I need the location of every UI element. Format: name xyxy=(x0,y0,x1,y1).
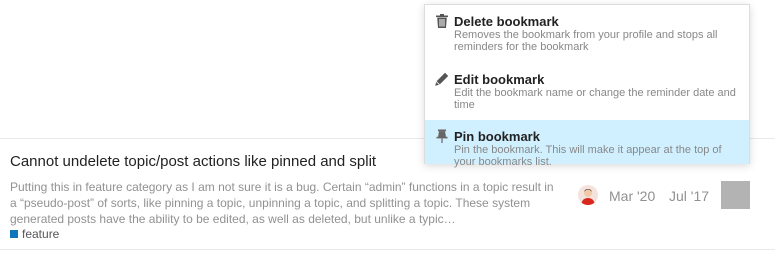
pin-bookmark-title: Pin bookmark xyxy=(454,129,540,144)
pin-bookmark-option[interactable]: Pin bookmark Pin the bookmark. This will… xyxy=(425,120,749,168)
avatar[interactable] xyxy=(578,185,598,205)
pencil-icon xyxy=(435,72,449,86)
category-badge[interactable]: feature xyxy=(10,227,59,241)
trash-icon xyxy=(436,14,448,28)
topic-excerpt: Putting this in feature category as I am… xyxy=(10,180,554,226)
bookmark-options-button[interactable] xyxy=(721,181,750,209)
bookmark-actions-menu: Delete bookmark Removes the bookmark fro… xyxy=(424,4,750,168)
category-color-swatch xyxy=(10,230,18,238)
edit-bookmark-title: Edit bookmark xyxy=(454,72,545,87)
thumbtack-icon xyxy=(436,129,448,143)
edit-bookmark-description: Edit the bookmark name or change the rem… xyxy=(454,87,736,111)
avatar-image xyxy=(578,185,598,205)
delete-bookmark-option[interactable]: Delete bookmark Removes the bookmark fro… xyxy=(425,5,749,63)
delete-bookmark-title: Delete bookmark xyxy=(454,14,559,29)
last-activity-date[interactable]: Mar '20 xyxy=(609,188,655,204)
pin-bookmark-description: Pin the bookmark. This will make it appe… xyxy=(454,144,722,168)
category-name: feature xyxy=(22,227,60,241)
topic-title-link[interactable]: Cannot undelete topic/post actions like … xyxy=(10,153,376,170)
edit-bookmark-option[interactable]: Edit bookmark Edit the bookmark name or … xyxy=(425,63,749,120)
created-date[interactable]: Jul '17 xyxy=(669,188,709,204)
delete-bookmark-description: Removes the bookmark from your profile a… xyxy=(454,29,718,53)
